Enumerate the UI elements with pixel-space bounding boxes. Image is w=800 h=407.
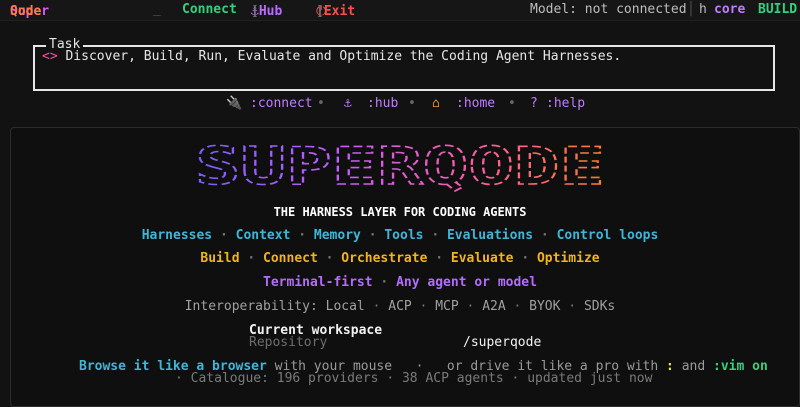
command-bar: 🔌 :connect • ⚓ :hub • ⌂ :home • ? :help [0, 95, 800, 113]
interop-list: Interoperability: Local · ACP · MCP · A2… [184, 299, 616, 314]
divider: │ [687, 2, 695, 17]
feature-list: Harnesses · Context · Memory · Tools · E… [141, 228, 659, 243]
cmd-help[interactable]: :help [546, 96, 585, 112]
build-badge: BUILD [758, 2, 798, 17]
task-text[interactable]: <> Discover, Build, Run, Evaluate and Op… [42, 49, 621, 65]
question-icon: ? [530, 96, 538, 111]
repository-label: Repository [249, 335, 328, 350]
cmd-connect[interactable]: :connect [250, 96, 313, 112]
logo-text: SUPERQODE [195, 141, 605, 196]
home-icon: ⌂ [432, 96, 440, 111]
task-description: Discover, Build, Run, Evaluate and Optim… [65, 49, 622, 64]
anchor-icon: ⚓ [344, 96, 352, 111]
prompt-icon: <> [42, 49, 58, 64]
value-list: Terminal-first · Any agent or model [263, 275, 537, 290]
plug-icon: 🔌 [226, 96, 243, 111]
exit-button[interactable]: [⏻] Exit [316, 2, 355, 19]
repository-path[interactable]: /superqode [463, 335, 541, 351]
text-cursor: _ [153, 2, 161, 17]
catalogue-status: · Catalogue: 196 providers · 38 ACP agen… [175, 371, 653, 386]
cmd-hub[interactable]: :hub [367, 96, 398, 112]
model-status: Model: not connected [530, 2, 687, 17]
action-list: Build · Connect · Orchestrate · Evaluate… [200, 251, 600, 266]
tagline: THE HARNESS LAYER FOR CODING AGENTS [273, 205, 527, 219]
dot-separator: • [508, 96, 516, 111]
connect-button[interactable]: Connect [182, 2, 237, 18]
hub-button[interactable]: [⚓] Hub [251, 2, 282, 19]
top-bar: Super Qode _ Connect [⚓] Hub [⏻] Exit Mod… [0, 0, 800, 21]
superqode-logo: SUPERQODE [194, 141, 606, 196]
cmd-home[interactable]: :home [456, 96, 495, 112]
mode-icon: h [699, 2, 707, 17]
dot-separator: • [317, 96, 325, 111]
mode-label: core [714, 2, 746, 17]
dot-separator: • [408, 96, 416, 111]
